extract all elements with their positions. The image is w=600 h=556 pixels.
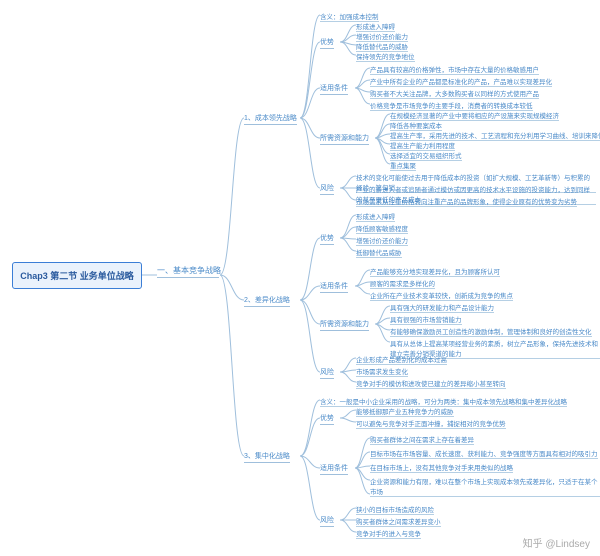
s2-adv-0[interactable]: 形成进入障碍 bbox=[356, 211, 395, 222]
level1-node[interactable]: 一、基本竞争战略 bbox=[157, 265, 221, 276]
s3-adv-0[interactable]: 能够抵御那产业五种竞争力的威胁 bbox=[356, 406, 454, 417]
s1-adv[interactable]: 优势 bbox=[320, 37, 334, 49]
s3-risk[interactable]: 风险 bbox=[320, 515, 334, 527]
s3-cond-0[interactable]: 购买者群体之间在需求上存在着差异 bbox=[370, 434, 474, 445]
s1-cond-2[interactable]: 购买者不大关注品牌，大多数购买者以同样的方式使用产品 bbox=[370, 88, 539, 99]
s2-risk-2[interactable]: 竞争对手的模仿和进攻使已建立的差异缩小甚至转向 bbox=[356, 378, 506, 389]
strategy-3[interactable]: 3、集中化战略 bbox=[244, 451, 290, 463]
s3-risk-1[interactable]: 购买者群体之间需求差异变小 bbox=[356, 516, 441, 527]
s1-res-5[interactable]: 重点集聚 bbox=[390, 160, 416, 171]
s1-adv-3[interactable]: 保持领先的竞争地位 bbox=[356, 51, 415, 62]
strategy-2[interactable]: 2、差异化战略 bbox=[244, 295, 290, 307]
s3-cond-3[interactable]: 企业资源和能力有限，难以在整个市场上实现成本领先或差异化，只适于在某个市场 bbox=[370, 476, 600, 497]
s2-adv-1[interactable]: 降低顾客敏感程度 bbox=[356, 223, 408, 234]
s2-adv-3[interactable]: 抵御替代品威胁 bbox=[356, 247, 402, 258]
s2-res-2[interactable]: 有能够确保激励员工创造性的激励体制，管理体制和良好的创造性文化 bbox=[390, 326, 592, 337]
s1-risk[interactable]: 风险 bbox=[320, 183, 334, 195]
s3-cond-1[interactable]: 目标市场在市场容量、成长速度、获利能力、竞争强度等方面具有相对的吸引力 bbox=[370, 448, 598, 459]
s2-adv[interactable]: 优势 bbox=[320, 233, 334, 245]
s2-adv-2[interactable]: 增强讨价还价能力 bbox=[356, 235, 408, 246]
s2-cond-0[interactable]: 产品能够充分地实现差异化，且为顾客所认可 bbox=[370, 266, 500, 277]
s3-risk-2[interactable]: 竞争对手的进入与竞争 bbox=[356, 528, 421, 539]
s1-res[interactable]: 所需资源和能力 bbox=[320, 133, 369, 145]
s2-res-1[interactable]: 具有很强的市场营销能力 bbox=[390, 314, 462, 325]
s1-cond[interactable]: 适用条件 bbox=[320, 83, 348, 95]
s2-res-0[interactable]: 具有强大的研发能力和产品设计能力 bbox=[390, 302, 494, 313]
s1-risk-2[interactable]: 市场需求从注重价格转向注重产品的品牌形象，使得企业原有的优势变为劣势 bbox=[356, 196, 577, 207]
s3-cond-2[interactable]: 在目标市场上，没有其他竞争对手来用类似的战略 bbox=[370, 462, 513, 473]
watermark: 知乎 @Lindsey bbox=[523, 535, 590, 550]
s2-cond-2[interactable]: 企业所在产业技术变革较快，创新成为竞争的焦点 bbox=[370, 290, 513, 301]
s3-risk-0[interactable]: 狭小的目标市场造成的风险 bbox=[356, 504, 434, 515]
s3-adv-1[interactable]: 可以避免与竞争对手正面冲撞，捕捉相对的竞争优势 bbox=[356, 418, 506, 429]
s2-risk-0[interactable]: 企业形成产品差别化的成本过高 bbox=[356, 354, 447, 365]
s2-risk-1[interactable]: 市场需求发生变化 bbox=[356, 366, 408, 377]
s2-risk[interactable]: 风险 bbox=[320, 367, 334, 379]
s1-cond-1[interactable]: 产业中所有企业的产品都是标准化的产品，产品难以实现差异化 bbox=[370, 76, 552, 87]
s2-cond-1[interactable]: 顾客的需求是多样化的 bbox=[370, 278, 435, 289]
root-node[interactable]: Chap3 第二节 业务单位战略 bbox=[12, 262, 142, 289]
s3-adv[interactable]: 优势 bbox=[320, 413, 334, 425]
s3-cond[interactable]: 适用条件 bbox=[320, 463, 348, 475]
s2-cond[interactable]: 适用条件 bbox=[320, 281, 348, 293]
s1-cond-0[interactable]: 产品具有较高的价格弹性，市场中存在大量的价格敏感用户 bbox=[370, 64, 539, 75]
strategy-1[interactable]: 1、成本领先战略 bbox=[244, 113, 297, 125]
s2-res[interactable]: 所需资源和能力 bbox=[320, 319, 369, 331]
